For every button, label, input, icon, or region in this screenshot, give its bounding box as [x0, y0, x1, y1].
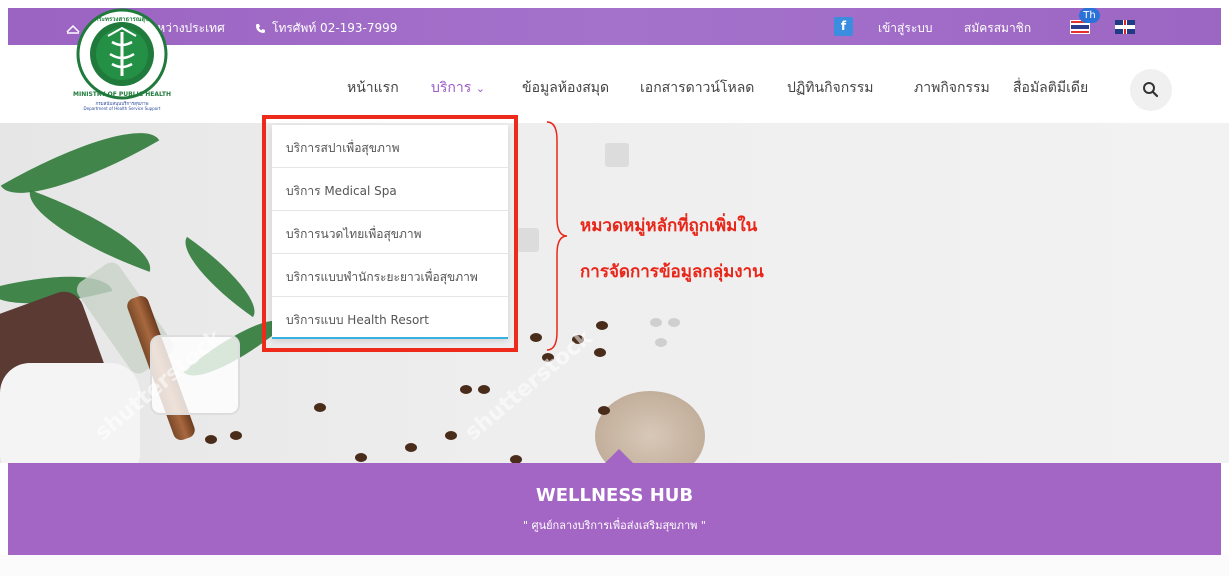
- band-title: WELLNESS HUB: [535, 485, 694, 506]
- stone-square: [515, 228, 539, 252]
- search-icon: [1143, 82, 1159, 98]
- coffee-bean: [478, 385, 490, 394]
- coffee-bean: [530, 333, 542, 342]
- phone-label: โทรศัพท์ 02-193-7999: [272, 21, 398, 35]
- top-bar: กองสุขภาพระหว่างประเทศ โทรศัพท์ 02-193-7…: [8, 8, 1221, 45]
- phone-info: โทรศัพท์ 02-193-7999: [255, 19, 397, 38]
- svg-text:Department of Health Service S: Department of Health Service Support: [84, 106, 161, 111]
- coffee-bean: [510, 455, 522, 463]
- nav-item-library[interactable]: ข้อมูลห้องสมุด: [522, 77, 609, 99]
- coffee-bean: [314, 403, 326, 412]
- band-subtitle: " ศูนย์กลางบริการเพื่อส่งเสริมสุขภาพ ": [523, 519, 706, 532]
- site-header: หน้าแรก บริการ ⌄ ข้อมูลห้องสมุด เอกสารดา…: [0, 45, 1229, 123]
- nav-item-downloads[interactable]: เอกสารดาวน์โหลด: [640, 77, 754, 99]
- nav-item-calendar[interactable]: ปฏิทินกิจกรรม: [787, 77, 874, 99]
- svg-text:กระทรวงสาธารณสุข: กระทรวงสาธารณสุข: [95, 16, 149, 23]
- nav-item-services-label: บริการ: [431, 80, 472, 96]
- ministry-logo[interactable]: กระทรวงสาธารณสุข MINISTRY OF PUBLIC HEAL…: [72, 8, 176, 112]
- leaf-decoration: [18, 190, 162, 272]
- stone-square: [605, 143, 629, 167]
- coffee-bean: [405, 443, 417, 452]
- phone-icon: [256, 24, 265, 33]
- annotation-line-2: การจัดการข้อมูลกลุ่มงาน: [580, 262, 764, 282]
- curly-brace: [546, 121, 568, 351]
- coffee-bean: [598, 406, 610, 415]
- highlight-box: [262, 115, 518, 352]
- chevron-down-icon: ⌄: [475, 82, 485, 95]
- nav-item-services[interactable]: บริการ ⌄: [431, 77, 485, 99]
- band-notch: [604, 449, 634, 464]
- coffee-bean: [445, 431, 457, 440]
- uk-flag-icon[interactable]: [1115, 20, 1135, 34]
- hero-banner: shutterstock shutterstock: [0, 123, 1229, 463]
- nav-item-multimedia[interactable]: สื่อมัลติมีเดีย: [1013, 77, 1088, 99]
- facebook-icon[interactable]: f: [834, 17, 853, 36]
- coffee-bean: [355, 453, 367, 462]
- coffee-bean: [460, 385, 472, 394]
- white-pebble: [655, 338, 667, 347]
- coffee-bean: [594, 348, 606, 357]
- register-label: สมัครสมาชิก: [964, 21, 1032, 35]
- nav-item-gallery[interactable]: ภาพกิจกรรม: [914, 77, 990, 99]
- coffee-bean: [230, 431, 242, 440]
- nav-item-home[interactable]: หน้าแรก: [347, 77, 399, 99]
- white-pebble: [668, 318, 680, 327]
- login-label: เข้าสู่ระบบ: [878, 21, 933, 35]
- search-button[interactable]: [1130, 69, 1172, 111]
- ministry-seal-icon: กระทรวงสาธารณสุข MINISTRY OF PUBLIC HEAL…: [73, 8, 171, 111]
- wellness-hub-band: WELLNESS HUB " ศูนย์กลางบริการเพื่อส่งเส…: [8, 463, 1221, 555]
- annotation-line-1: หมวดหมู่หลักที่ถูกเพิ่มใน: [580, 216, 758, 236]
- bottom-strip: [0, 555, 1229, 576]
- leaf-decoration: [0, 123, 160, 221]
- white-pebble: [650, 318, 662, 327]
- login-link[interactable]: เข้าสู่ระบบ: [878, 19, 933, 38]
- coffee-bean: [596, 321, 608, 330]
- coffee-bean: [205, 435, 217, 444]
- leaf-decoration: [171, 236, 269, 318]
- svg-text:MINISTRY OF PUBLIC HEALTH: MINISTRY OF PUBLIC HEALTH: [73, 91, 171, 98]
- register-link[interactable]: สมัครสมาชิก: [964, 19, 1031, 38]
- lang-th-badge: Th: [1079, 8, 1100, 23]
